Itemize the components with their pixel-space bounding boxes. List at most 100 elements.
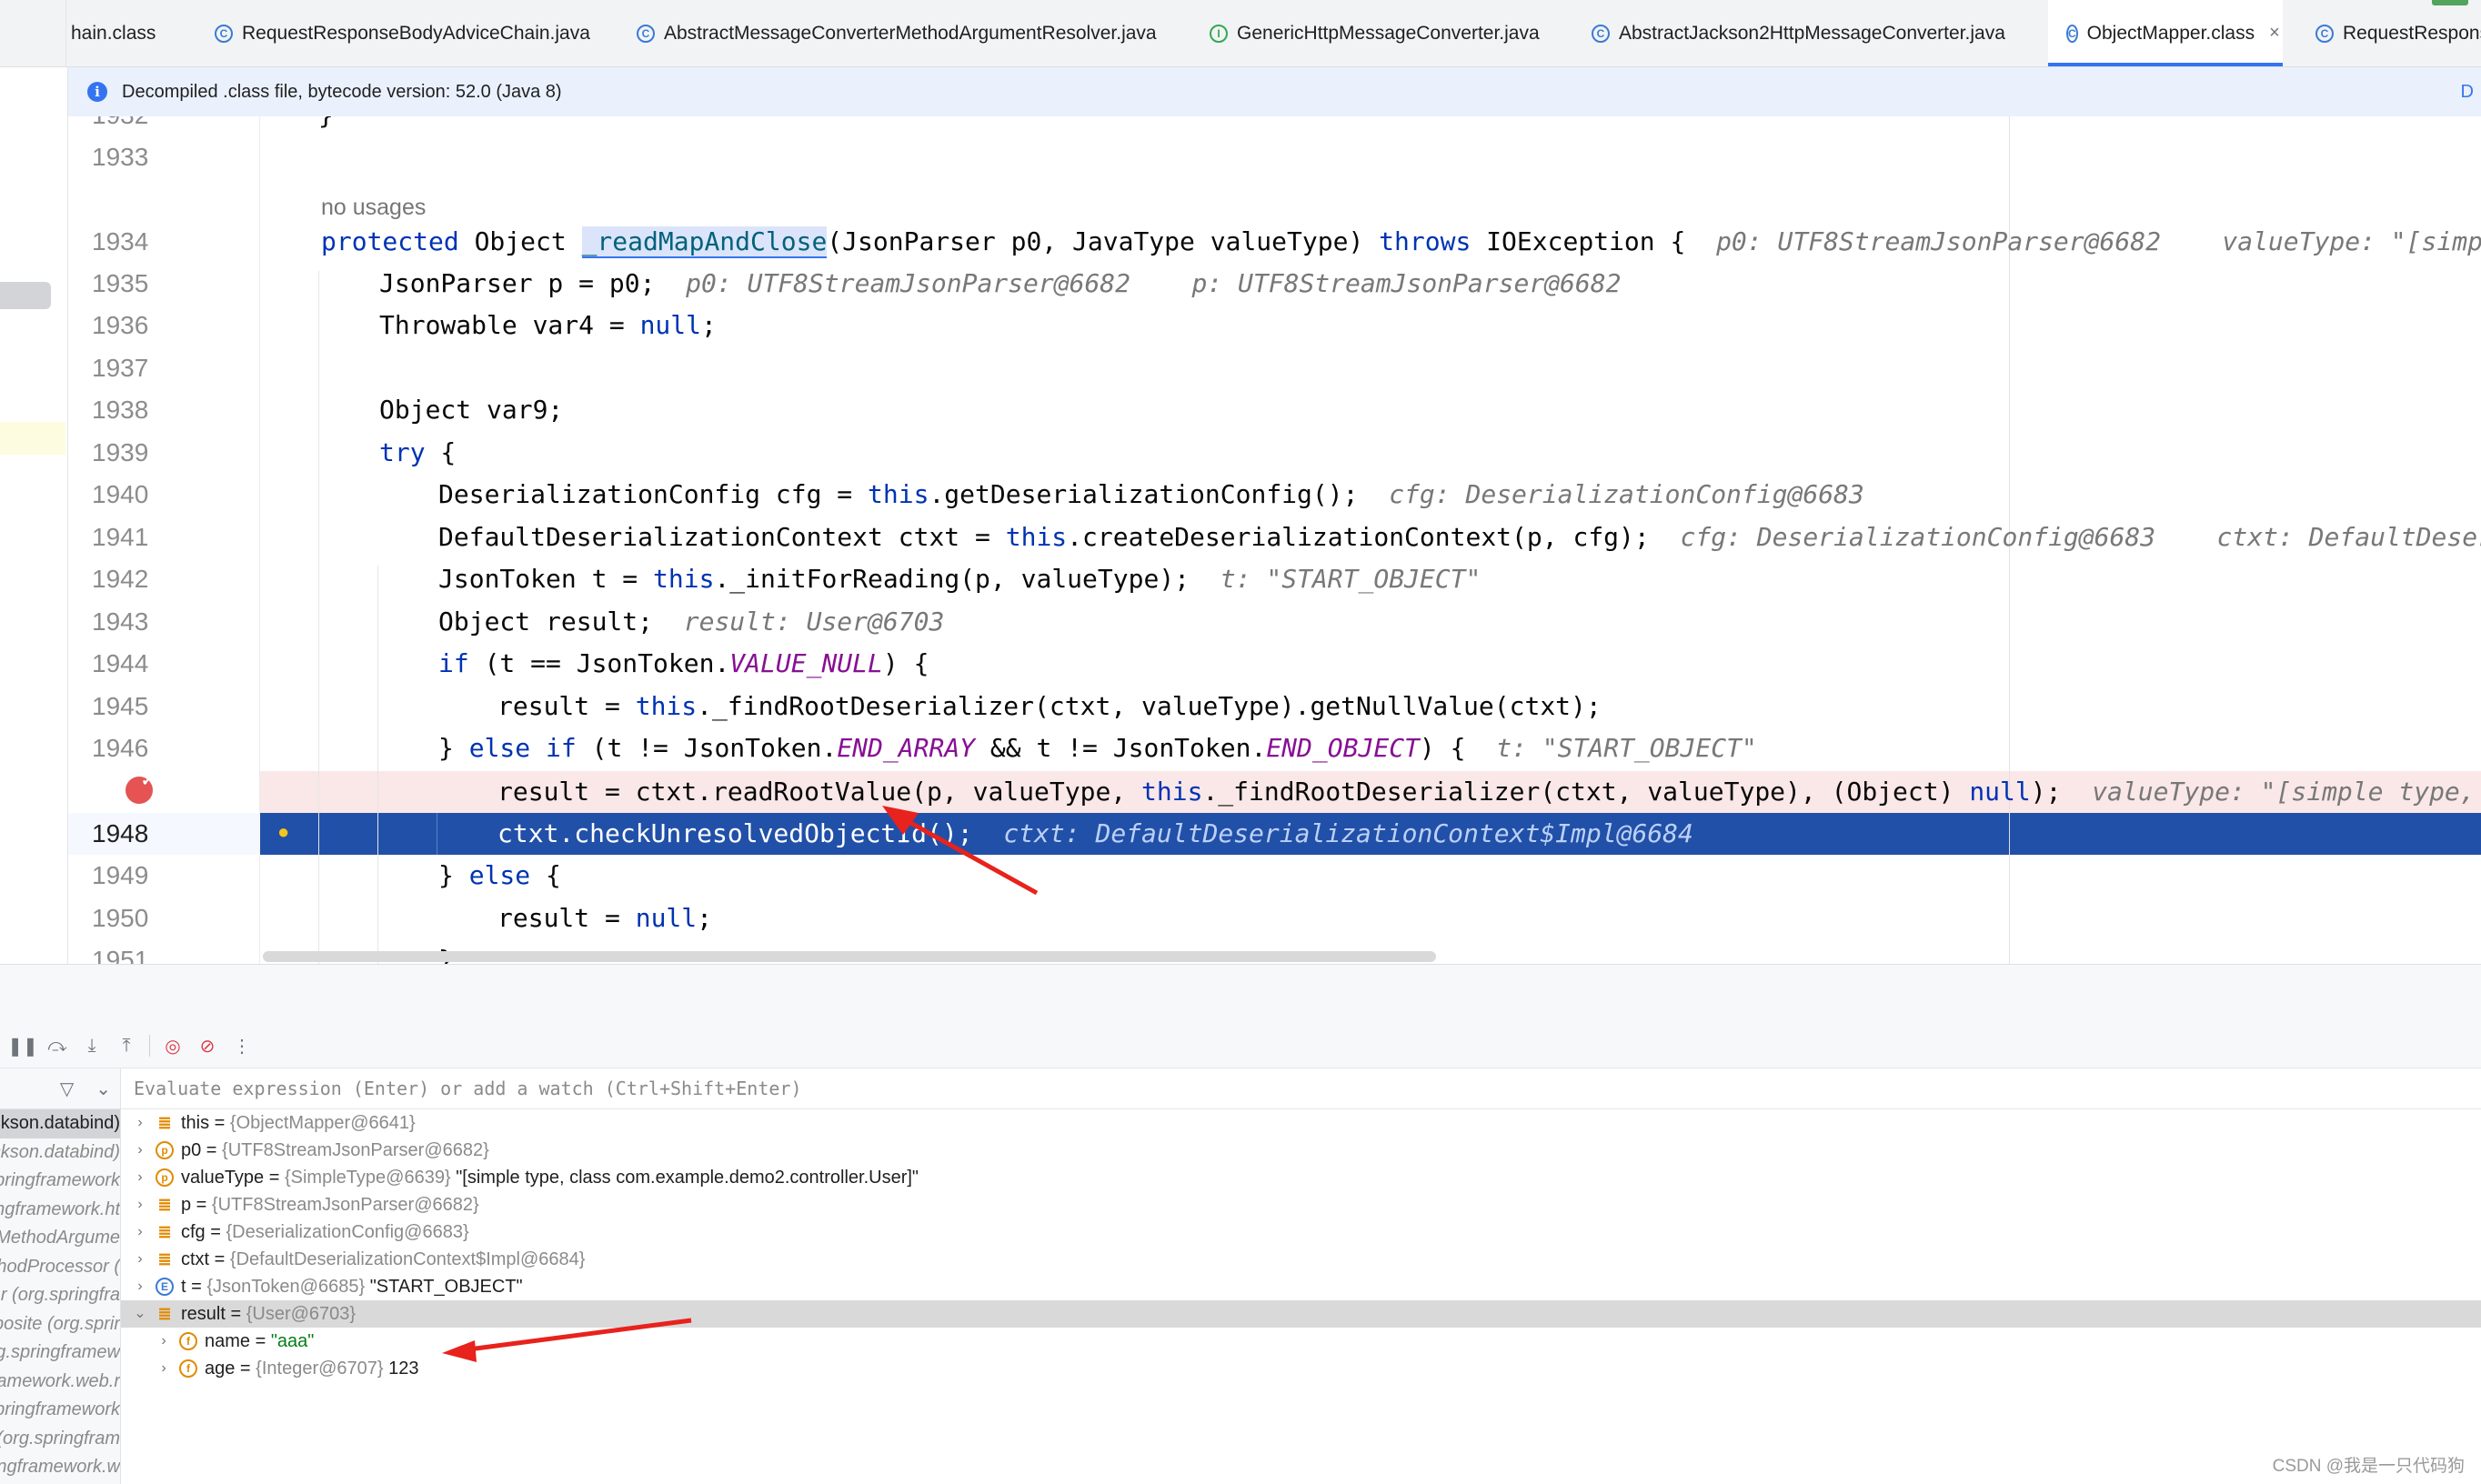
chevron-right-icon[interactable]: › — [157, 1328, 170, 1355]
variable-row-p[interactable]: › ≣ p = {UTF8StreamJsonParser@6682} — [121, 1191, 2481, 1218]
inline-debug-hint: valueType: "[simple type, class — [2092, 777, 2476, 807]
chevron-down-icon[interactable]: ⌄ — [95, 1078, 111, 1100]
download-sources-link[interactable]: D — [2461, 82, 2474, 103]
tab-abstract-jackson2-http-message-converter[interactable]: C AbstractJackson2HttpMessageConverter.j… — [1592, 0, 2005, 66]
line-number: 1951 — [92, 946, 149, 964]
variable-text: ctxt = {DefaultDeserializationContext$Im… — [181, 1249, 586, 1269]
variable-row-ctxt[interactable]: › ≣ ctxt = {DefaultDeserializationContext$… — [121, 1246, 2481, 1273]
frames-panel: ▽ ⌄ readMapAndClose:4838, ObjectMapper (… — [0, 1068, 121, 1484]
code-line-1939: try { — [379, 437, 457, 467]
frame-item[interactable]: handle:87, AbstractHandlerMethodAdapter … — [0, 1453, 120, 1482]
variables-tree: › ≣ this = {ObjectMapper@6641} › p p0 = {UTF8… — [121, 1109, 2481, 1382]
line-number: 1934 — [92, 227, 149, 256]
class-icon: C — [2315, 24, 2334, 43]
frame-item[interactable]: readJavaType:3964, ObjectMapper (com.fas… — [0, 1138, 120, 1168]
frame-item[interactable]: invokeAndHandle:117, ServletInvocableHan… — [0, 1368, 120, 1397]
mute-breakpoints-icon[interactable]: ⊘ — [196, 1034, 219, 1058]
code-line-1950: result = null; — [497, 903, 713, 933]
variable-text: age = {Integer@6707} 123 — [205, 1359, 419, 1379]
frame-item[interactable]: readWithMessageConverters:192, AbstractM… — [0, 1196, 120, 1225]
variable-row-t[interactable]: › Et = {JsonToken@6685} "START_OBJECT" — [121, 1273, 2481, 1300]
line-number: 1937 — [92, 354, 149, 382]
close-tab-icon[interactable]: × — [2269, 23, 2280, 44]
horizontal-scrollbar[interactable] — [263, 951, 1436, 962]
parameter-icon: p — [156, 1168, 174, 1187]
variable-text: valueType = {SimpleType@6639} "[simple t… — [181, 1168, 919, 1188]
variable-row-this[interactable]: › ≣ this = {ObjectMapper@6641} — [121, 1109, 2481, 1137]
variable-row-name[interactable]: › f name = "aaa" — [121, 1328, 2481, 1355]
evaluate-placeholder: Evaluate expression (Enter) or add a wat… — [134, 1078, 802, 1099]
variable-row-result[interactable]: ⌄ ≣ result = {User@6703} — [121, 1300, 2481, 1328]
class-icon: C — [215, 24, 233, 43]
step-over-icon[interactable]: ⤼ — [45, 1034, 69, 1058]
code-line-1943: Object result; result: User@6703 — [438, 607, 945, 637]
code-line-1935: JsonParser p = p0; p0: UTF8StreamJsonPar… — [379, 268, 1622, 298]
frame-item[interactable]: resolveArgument:122, HandlerMethodArgume… — [0, 1281, 120, 1310]
tab-bar-left-spacer — [0, 0, 66, 66]
code-line-1945: result = this._findRootDeserializer(ctxt… — [497, 691, 1602, 721]
frame-item[interactable]: handleInternal:808, RequestMappingHandle… — [0, 1425, 120, 1454]
chevron-right-icon[interactable]: › — [134, 1137, 146, 1164]
chevron-right-icon[interactable]: › — [157, 1355, 170, 1382]
interface-icon: I — [1210, 24, 1228, 43]
tab-request-response[interactable]: C RequestRespons — [2315, 0, 2481, 66]
project-tree-selected-item[interactable] — [0, 282, 51, 309]
evaluate-expression-input[interactable]: Evaluate expression (Enter) or add a wat… — [121, 1068, 2481, 1109]
line-number: 1943 — [92, 607, 149, 636]
more-options-icon[interactable]: ⋮ — [230, 1034, 254, 1058]
variable-text: t = {JsonToken@6685} "START_OBJECT" — [181, 1277, 523, 1297]
view-breakpoints-icon[interactable]: ◎ — [161, 1034, 185, 1058]
tab-generic-http-message-converter[interactable]: I GenericHttpMessageConverter.java — [1210, 0, 1540, 66]
debug-panel-header — [0, 964, 2481, 1025]
chevron-right-icon[interactable]: › — [134, 1191, 146, 1218]
step-out-icon[interactable]: ⤒ — [115, 1034, 138, 1058]
enum-icon: E — [156, 1278, 174, 1296]
tab-object-mapper-class[interactable]: C ObjectMapper.class × — [2048, 0, 2283, 66]
lightbulb-icon[interactable]: ● — [277, 822, 292, 842]
breakpoint-icon[interactable] — [126, 771, 155, 804]
frame-item[interactable]: getMethodArgumentValues:179, InvocableHa… — [0, 1310, 120, 1339]
variable-name: this — [181, 1113, 210, 1133]
frame-item[interactable]: invokeForRequest:146, InvocableHandlerMe… — [0, 1339, 120, 1368]
code-editor[interactable]: 1932 1933 1934 1935 1936 1937 1938 1939 … — [68, 116, 2481, 964]
chevron-right-icon[interactable]: › — [134, 1218, 146, 1246]
debug-toolbar: ❚❚ ⤼ ⤓ ⤒ ◎ ⊘ ⋮ — [0, 1024, 2481, 1068]
frame-item[interactable]: read:378, AbstractJackson2HttpMessageCon… — [0, 1167, 120, 1196]
variable-row-valueType[interactable]: › p valueType = {SimpleType@6639} "[simple… — [121, 1164, 2481, 1191]
variable-name: t — [181, 1277, 186, 1297]
tab-advice-chain-class[interactable]: hain.class — [71, 0, 187, 66]
editor-gutter[interactable]: 1932 1933 1934 1935 1936 1937 1938 1939 … — [68, 116, 332, 964]
line-number: 1942 — [92, 565, 149, 593]
chevron-right-icon[interactable]: › — [134, 1164, 146, 1191]
project-tree-highlight — [0, 422, 65, 455]
chevron-right-icon[interactable]: › — [134, 1109, 146, 1137]
field-icon: f — [179, 1359, 197, 1378]
tab-request-response-body-advice-chain[interactable]: C RequestResponseBodyAdviceChain.java — [215, 0, 590, 66]
variable-value: "[simple type, class com.example.demo2.c… — [456, 1168, 919, 1188]
chevron-right-icon[interactable]: › — [134, 1246, 146, 1273]
frame-item[interactable]: invokeHandlerMethod:895, RequestMappingH… — [0, 1396, 120, 1425]
frame-item[interactable]: resolveArgument:135, RequestResponseBody… — [0, 1253, 120, 1282]
pause-icon[interactable]: ❚❚ — [7, 1034, 38, 1058]
variable-text: this = {ObjectMapper@6641} — [181, 1113, 416, 1133]
inline-debug-hint: result: User@6703 — [683, 607, 945, 637]
frames-filter-row: ▽ ⌄ — [0, 1068, 120, 1109]
indent-guide — [377, 566, 378, 964]
tab-abstract-message-converter-method-argument-resolver[interactable]: C AbstractMessageConverterMethodArgument… — [637, 0, 1157, 66]
code-line-1946: } else if (t != JsonToken.END_ARRAY && t… — [438, 733, 1757, 763]
chevron-down-icon[interactable]: ⌄ — [134, 1300, 146, 1328]
variable-row-p0[interactable]: › p p0 = {UTF8StreamJsonParser@6682} — [121, 1137, 2481, 1164]
code-line-1942: JsonToken t = this._initForReading(p, va… — [438, 564, 1482, 594]
object-icon: ≣ — [157, 1223, 172, 1241]
filter-icon[interactable]: ▽ — [60, 1078, 74, 1100]
variable-name: result — [181, 1304, 226, 1324]
variable-name: cfg — [181, 1222, 206, 1242]
variable-row-cfg[interactable]: › ≣ cfg = {DeserializationConfig@6683} — [121, 1218, 2481, 1246]
variables-panel: Evaluate expression (Enter) or add a wat… — [121, 1068, 2481, 1484]
step-into-icon[interactable]: ⤓ — [80, 1034, 104, 1058]
variable-row-age[interactable]: › f age = {Integer@6707} 123 — [121, 1355, 2481, 1382]
chevron-right-icon[interactable]: › — [134, 1273, 146, 1300]
frame-item[interactable]: readMapAndClose:4838, ObjectMapper (com.… — [0, 1109, 120, 1138]
variable-name: p0 — [181, 1140, 202, 1160]
frame-item[interactable]: readWithMessageConverters:160, AbstractM… — [0, 1224, 120, 1253]
